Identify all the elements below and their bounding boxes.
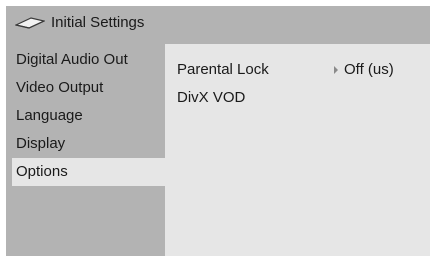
menu-item-language[interactable]: Language (14, 102, 170, 130)
option-divx-vod[interactable]: DivX VOD (177, 87, 245, 109)
settings-window: Initial Settings Digital Audio Out Video… (6, 6, 430, 256)
page-title: Initial Settings (51, 14, 145, 31)
menu-item-video-output[interactable]: Video Output (14, 74, 170, 102)
title-bar: Initial Settings (6, 6, 172, 40)
menu-item-digital-audio-out[interactable]: Digital Audio Out (14, 46, 170, 74)
option-value-text: Off (us) (344, 61, 394, 78)
option-label: Parental Lock (177, 61, 269, 78)
option-value[interactable]: Off (us) (334, 59, 394, 81)
option-parental-lock[interactable]: Parental Lock Off (us) (177, 59, 394, 81)
menu-item-display[interactable]: Display (14, 130, 170, 158)
menu-item-options[interactable]: Options (12, 158, 168, 186)
options-panel: Parental Lock Off (us) DivX VOD (165, 44, 430, 256)
settings-menu: Digital Audio Out Video Output Language … (12, 46, 170, 186)
option-label: DivX VOD (177, 89, 246, 106)
disc-icon (15, 17, 45, 29)
arrow-right-icon (334, 66, 338, 74)
